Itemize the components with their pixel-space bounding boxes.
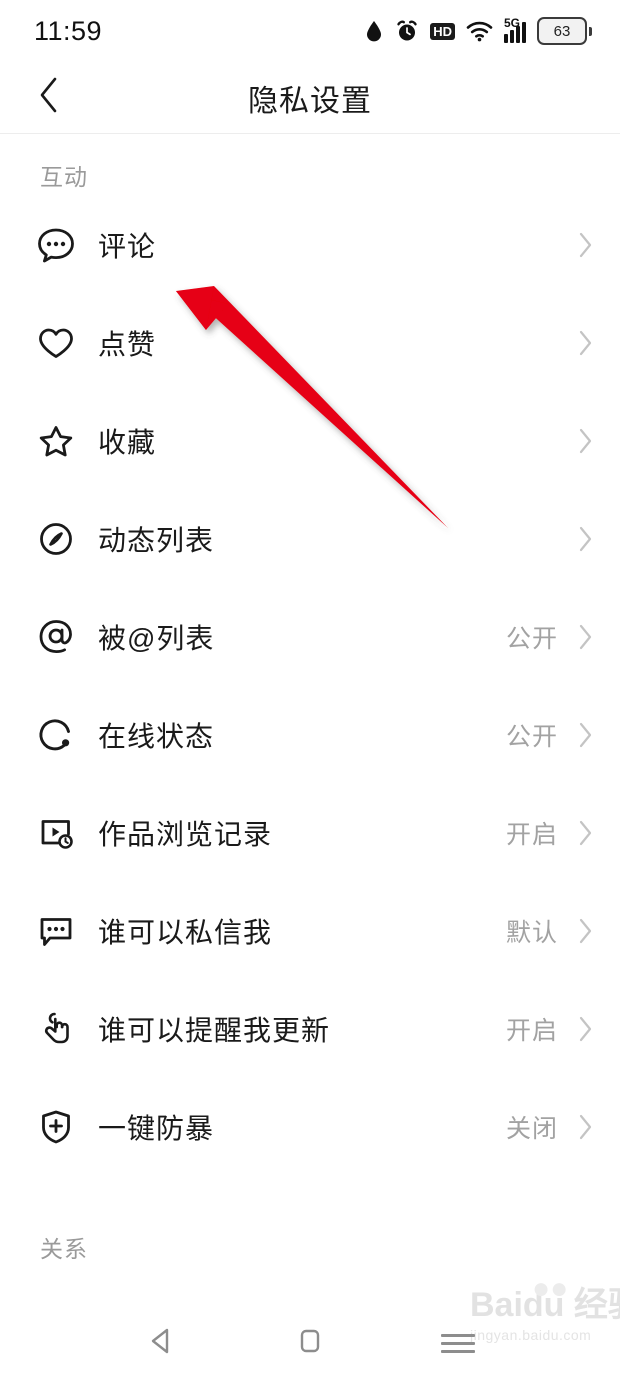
settings-row-label: 谁可以提醒我更新 <box>98 1015 331 1046</box>
settings-row-value: 默认 <box>505 919 558 947</box>
settings-row-watch-history[interactable]: 作品浏览记录 开启 <box>0 784 620 882</box>
nav-recents-button[interactable] <box>428 1313 488 1373</box>
settings-row-value: 公开 <box>505 625 558 653</box>
settings-row-label: 被@列表 <box>98 623 215 654</box>
settings-row-likes[interactable]: 点赞 <box>0 294 620 392</box>
settings-row-label: 收藏 <box>98 427 157 458</box>
section-header-interaction: 互动 <box>40 164 88 190</box>
triangle-back-icon <box>145 1324 179 1363</box>
nav-home-button[interactable] <box>280 1313 340 1373</box>
settings-row-label: 在线状态 <box>98 721 215 752</box>
settings-row-label: 作品浏览记录 <box>98 819 273 850</box>
page-header: 隐私设置 <box>0 62 620 133</box>
settings-row-activity-list[interactable]: 动态列表 <box>0 490 620 588</box>
shield-plus-icon <box>34 1105 78 1149</box>
chevron-right-icon <box>572 525 594 553</box>
at-mention-icon <box>34 615 78 659</box>
chevron-right-icon <box>572 329 594 357</box>
page-title: 隐私设置 <box>248 84 372 118</box>
chevron-right-icon <box>572 427 594 455</box>
online-status-icon <box>34 713 78 757</box>
settings-row-label: 点赞 <box>98 329 157 360</box>
settings-row-anti-abuse[interactable]: 一键防暴 关闭 <box>0 1078 620 1176</box>
chevron-right-icon <box>572 231 594 259</box>
comment-bubble-icon <box>34 223 78 267</box>
settings-row-comments[interactable]: 评论 <box>0 196 620 294</box>
settings-row-mentions[interactable]: 被@列表 公开 <box>0 588 620 686</box>
settings-row-direct-message[interactable]: 谁可以私信我 默认 <box>0 882 620 980</box>
system-navigation-bar <box>0 1300 620 1386</box>
battery-level-label: 63 <box>553 22 571 40</box>
settings-row-label: 评论 <box>98 231 157 262</box>
settings-row-label: 一键防暴 <box>98 1113 215 1144</box>
status-time: 11:59 <box>34 15 103 46</box>
settings-row-favorites[interactable]: 收藏 <box>0 392 620 490</box>
signal-5g-icon: 5G <box>504 15 526 43</box>
water-drop-icon <box>364 19 384 43</box>
status-bar: 11:59 HD 5G 63 <box>0 0 620 62</box>
video-history-icon <box>34 811 78 855</box>
settings-row-value: 开启 <box>505 1017 558 1045</box>
settings-row-value: 公开 <box>505 723 558 751</box>
settings-row-online-status[interactable]: 在线状态 公开 <box>0 686 620 784</box>
battery-icon: 63 <box>537 17 592 45</box>
settings-row-update-reminder[interactable]: 谁可以提醒我更新 开启 <box>0 980 620 1078</box>
tap-hand-icon <box>34 1007 78 1051</box>
hd-icon: HD <box>430 22 455 40</box>
hamburger-recents-icon <box>441 1329 475 1358</box>
settings-row-label: 动态列表 <box>98 525 215 556</box>
network-type-label: 5G <box>504 15 521 30</box>
chevron-right-icon <box>572 1113 594 1141</box>
settings-row-value: 关闭 <box>505 1115 558 1143</box>
wifi-icon <box>466 20 493 42</box>
compass-icon <box>34 517 78 561</box>
settings-row-value: 开启 <box>505 821 558 849</box>
chevron-right-icon <box>572 819 594 847</box>
square-home-icon <box>293 1324 327 1363</box>
chevron-right-icon <box>572 721 594 749</box>
status-icon-group: HD 5G 63 <box>364 17 592 45</box>
heart-icon <box>34 321 78 365</box>
nav-back-button[interactable] <box>132 1313 192 1373</box>
settings-list: 互动 评论 点赞 收藏 动态列表 被@列表 公开 在线状态 公开 作品浏览记录 … <box>0 134 620 1268</box>
message-bubble-icon <box>34 909 78 953</box>
star-icon <box>34 419 78 463</box>
settings-row-label: 谁可以私信我 <box>98 917 273 948</box>
chevron-right-icon <box>572 623 594 651</box>
chevron-right-icon <box>572 1015 594 1043</box>
section-header-relationship: 关系 <box>40 1236 88 1262</box>
interaction-rows: 评论 点赞 收藏 动态列表 被@列表 公开 在线状态 公开 作品浏览记录 开启 … <box>0 196 620 1176</box>
alarm-clock-icon <box>395 19 419 43</box>
chevron-right-icon <box>572 917 594 945</box>
